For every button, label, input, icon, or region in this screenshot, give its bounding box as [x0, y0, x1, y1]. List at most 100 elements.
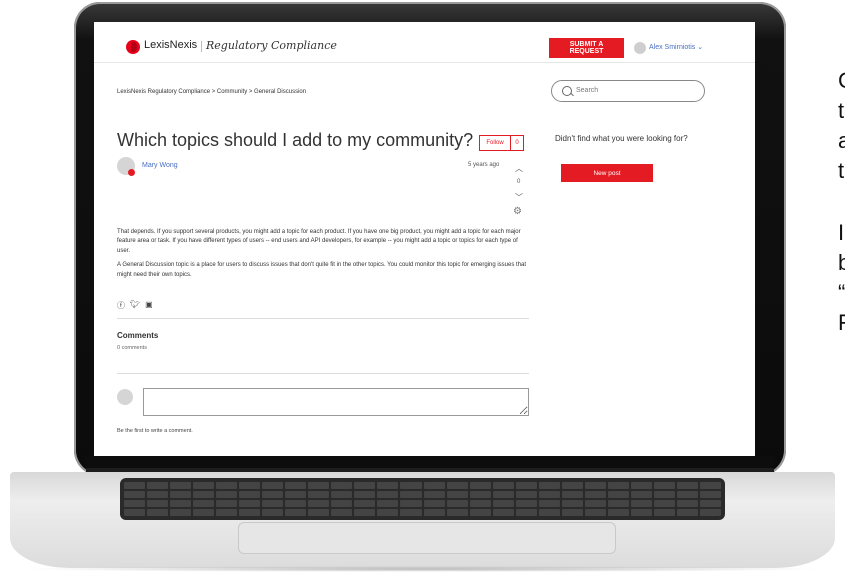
keyboard-key	[124, 509, 146, 516]
follow-button[interactable]: Follow 0	[479, 135, 524, 151]
gear-icon[interactable]: ⚙	[513, 206, 522, 217]
keyboard-key	[538, 500, 560, 507]
side-text-fragment: C	[838, 68, 845, 94]
follow-label[interactable]: Follow	[480, 136, 511, 150]
author-name[interactable]: Mary Wong	[142, 162, 178, 169]
keyboard-key	[193, 491, 215, 498]
keyboard-key	[124, 500, 146, 507]
keyboard-key	[262, 482, 284, 489]
logo-subtitle: Regulatory Compliance	[206, 39, 337, 52]
side-text-fragment: F	[838, 310, 845, 335]
keyboard-key	[124, 491, 146, 498]
keyboard-key	[285, 482, 307, 489]
keyboard-key	[285, 500, 307, 507]
keyboard-key	[308, 491, 330, 498]
keyboard-key	[607, 500, 629, 507]
keyboard-key	[492, 491, 514, 498]
keyboard-key	[170, 500, 192, 507]
keyboard-key	[239, 482, 261, 489]
keyboard-key	[216, 491, 238, 498]
laptop-shadow	[20, 566, 825, 572]
keyboard-key	[607, 482, 629, 489]
post-title: Which topics should I add to my communit…	[117, 130, 474, 150]
upvote-icon[interactable]: ︿	[515, 163, 523, 174]
keyboard-key	[699, 500, 721, 507]
keyboard-key	[216, 500, 238, 507]
keyboard-key	[584, 482, 606, 489]
follow-count: 0	[515, 140, 519, 146]
keyboard-key	[469, 509, 491, 516]
user-menu[interactable]: Alex Smirniotis ⌄	[649, 43, 703, 51]
keyboard-key	[446, 491, 468, 498]
keyboard-key	[308, 509, 330, 516]
keyboard-key	[538, 509, 560, 516]
keyboard-key	[377, 491, 399, 498]
downvote-icon[interactable]: ﹀	[515, 192, 523, 203]
keyboard-key	[147, 509, 169, 516]
lexisnexis-logo-icon[interactable]	[126, 40, 140, 54]
site-header: LexisNexis Regulatory Compliance SUBMIT …	[94, 22, 755, 63]
keyboard-key	[630, 500, 652, 507]
keyboard-key	[331, 482, 353, 489]
twitter-icon[interactable]: 🐦︎	[130, 300, 140, 311]
keyboard-key	[653, 491, 675, 498]
breadcrumb[interactable]: LexisNexis Regulatory Compliance > Commu…	[117, 89, 306, 95]
keyboard-key	[584, 491, 606, 498]
trackpad	[238, 522, 616, 554]
keyboard-key	[331, 509, 353, 516]
linkedin-icon[interactable]: ▣	[145, 300, 153, 311]
keyboard-key	[377, 500, 399, 507]
keyboard-key	[515, 500, 537, 507]
keyboard-key	[354, 491, 376, 498]
keyboard-key	[653, 482, 675, 489]
keyboard-key	[469, 482, 491, 489]
keyboard-key	[354, 482, 376, 489]
keyboard-key	[561, 482, 583, 489]
keyboard-key	[630, 491, 652, 498]
keyboard-key	[469, 491, 491, 498]
keyboard-key	[285, 509, 307, 516]
post-time: 5 years ago	[468, 162, 500, 168]
side-text-fragment: t	[838, 98, 845, 123]
keyboard-key	[515, 509, 537, 516]
keyboard-key	[653, 509, 675, 516]
keyboard-key	[147, 491, 169, 498]
keyboard-key	[239, 500, 261, 507]
vote-count: 0	[517, 179, 521, 185]
keyboard-key	[538, 491, 560, 498]
keyboard-key	[170, 491, 192, 498]
side-text-fragment: “	[838, 280, 845, 305]
logo-text[interactable]: LexisNexis	[144, 39, 197, 51]
keyboard-key	[423, 482, 445, 489]
keyboard-key	[446, 482, 468, 489]
keyboard-key	[446, 500, 468, 507]
laptop-screen: LexisNexis Regulatory Compliance SUBMIT …	[94, 22, 755, 456]
sidebar-question: Didn't find what you were looking for?	[555, 134, 688, 143]
user-avatar[interactable]	[634, 42, 646, 54]
search-input[interactable]: Search	[551, 80, 705, 102]
keyboard-key	[607, 491, 629, 498]
keyboard-key	[400, 491, 422, 498]
comment-input[interactable]	[143, 388, 529, 416]
keyboard-key	[193, 500, 215, 507]
facebook-icon[interactable]: ⓕ	[117, 300, 125, 311]
comment-prompt: Be the first to write a comment.	[117, 428, 193, 434]
keyboard-key	[584, 509, 606, 516]
keyboard-key	[331, 500, 353, 507]
keyboard-key	[423, 509, 445, 516]
search-placeholder: Search	[576, 87, 599, 94]
keyboard-key	[469, 500, 491, 507]
keyboard-key	[285, 491, 307, 498]
keyboard-key	[170, 482, 192, 489]
commenter-avatar	[117, 389, 133, 405]
keyboard-key	[262, 509, 284, 516]
new-post-button[interactable]: New post	[561, 164, 653, 182]
keyboard-key	[676, 500, 698, 507]
keyboard-key	[561, 509, 583, 516]
submit-request-button[interactable]: SUBMIT A REQUEST	[549, 38, 624, 58]
keyboard-key	[492, 482, 514, 489]
search-icon	[562, 86, 572, 96]
keyboard-key	[492, 509, 514, 516]
comments-count: 0 comments	[117, 345, 147, 351]
keyboard-key	[676, 491, 698, 498]
